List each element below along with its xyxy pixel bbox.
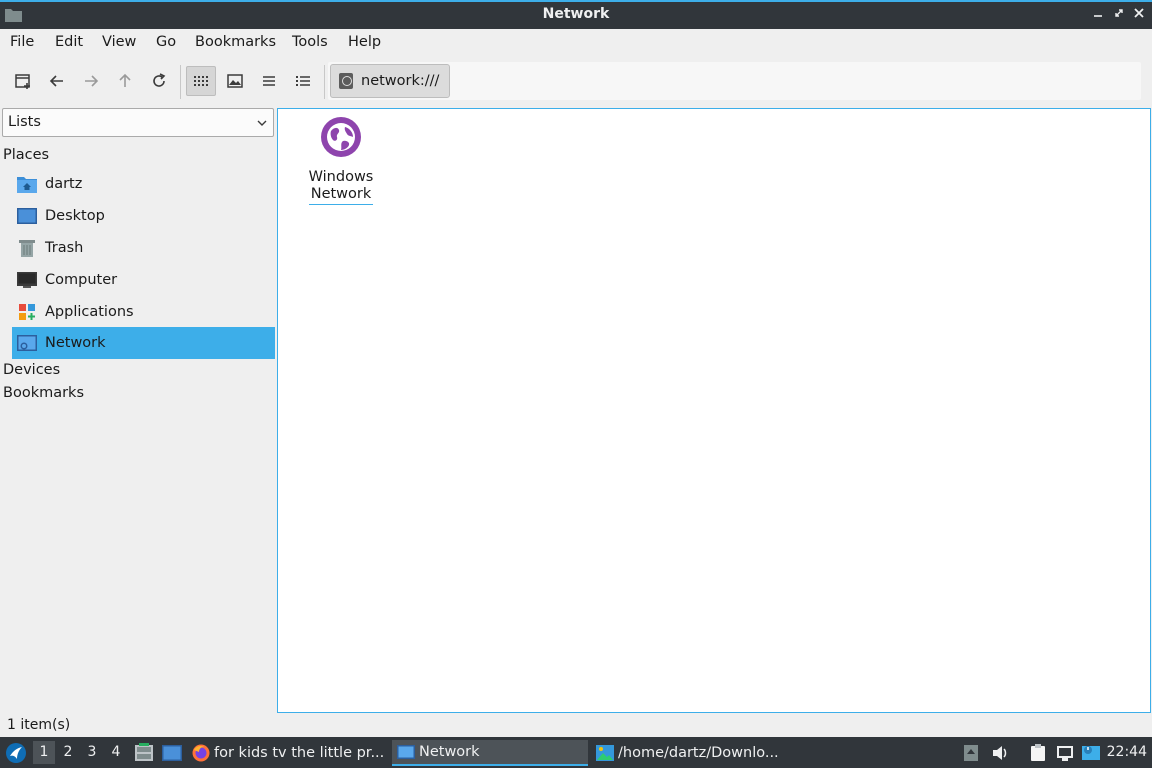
reload-button[interactable]	[144, 66, 174, 96]
globe-network-icon	[321, 117, 361, 157]
tray-arrow-icon[interactable]	[962, 744, 980, 762]
restore-icon	[1115, 9, 1123, 17]
sidebar: Lists Places dartz Desktop Trash Compute…	[0, 108, 276, 712]
volume-icon[interactable]	[991, 744, 1009, 762]
bookmarks-section-header[interactable]: Bookmarks	[3, 385, 84, 401]
folder-view[interactable]: Windows Network	[277, 108, 1151, 713]
chevron-down-icon	[257, 120, 267, 126]
desktop-switch-3[interactable]: 3	[81, 741, 103, 764]
menu-tools[interactable]: Tools	[292, 34, 328, 50]
sidebar-item-desktop[interactable]: Desktop	[12, 200, 275, 232]
places-section-header[interactable]: Places	[3, 147, 49, 163]
minimize-icon	[1094, 15, 1102, 17]
compact-view-button[interactable]	[254, 66, 284, 96]
status-bar: 1 item(s)	[0, 713, 1152, 737]
close-icon	[1134, 8, 1144, 18]
file-manager-launcher[interactable]	[134, 737, 154, 768]
task-label: for kids tv the little pr...	[214, 745, 385, 761]
folder-icon	[397, 745, 415, 759]
menu-go[interactable]: Go	[156, 34, 176, 50]
trash-icon	[17, 238, 37, 258]
menu-bookmarks[interactable]: Bookmarks	[195, 34, 276, 50]
file-item-windows-network[interactable]: Windows Network	[304, 115, 378, 205]
compact-view-icon	[263, 76, 275, 86]
taskbar: 1 2 3 4 for kids tv the little pr... Net…	[0, 737, 1152, 768]
forward-arrow-icon	[85, 75, 99, 87]
new-tab-icon	[15, 74, 30, 89]
window-title: Network	[542, 6, 610, 22]
desktop-switch-1[interactable]: 1	[33, 741, 55, 764]
task-label: Network	[419, 744, 480, 760]
show-desktop-button[interactable]	[162, 737, 182, 768]
desktop-switch-4[interactable]: 4	[105, 741, 127, 764]
home-folder-icon	[17, 174, 37, 194]
network-drive-icon	[339, 73, 353, 89]
up-arrow-icon	[119, 73, 131, 87]
sidebar-item-label: Network	[45, 335, 106, 351]
sidebar-item-dartz[interactable]: dartz	[12, 168, 275, 200]
item-count: 1 item(s)	[7, 717, 71, 733]
firefox-icon	[192, 744, 210, 762]
sidebar-item-label: Desktop	[45, 208, 105, 224]
network-icon	[17, 333, 37, 353]
toolbar-separator	[180, 65, 181, 99]
icon-view-button[interactable]	[186, 66, 216, 96]
task-image-viewer[interactable]: /home/dartz/Downlo...	[594, 740, 790, 766]
path-bar: network:///	[328, 62, 1141, 100]
menu-bar: File Edit View Go Bookmarks Tools Help	[0, 29, 1152, 57]
menu-edit[interactable]: Edit	[55, 34, 83, 50]
file-cabinet-icon	[135, 742, 153, 761]
desktop-icon	[17, 206, 37, 226]
task-label: /home/dartz/Downlo...	[618, 745, 779, 761]
task-network[interactable]: Network	[392, 740, 588, 766]
computer-icon	[17, 270, 37, 290]
path-label: network:///	[361, 73, 440, 89]
notification-icon[interactable]	[1082, 744, 1100, 762]
devices-section-header[interactable]: Devices	[3, 362, 60, 378]
minimize-button[interactable]	[1089, 6, 1107, 24]
detailed-list-button[interactable]	[288, 66, 318, 96]
sidebar-item-label: Applications	[45, 304, 134, 320]
detailed-list-icon	[296, 76, 310, 86]
sidebar-item-computer[interactable]: Computer	[12, 264, 275, 296]
back-arrow-icon	[49, 75, 63, 87]
maximize-button[interactable]	[1110, 6, 1128, 24]
menu-help[interactable]: Help	[348, 34, 381, 50]
new-tab-button[interactable]	[8, 66, 38, 96]
lubuntu-logo-icon	[6, 742, 26, 763]
menu-file[interactable]: File	[10, 34, 34, 50]
icon-view-icon	[194, 76, 208, 86]
sidebar-item-trash[interactable]: Trash	[12, 232, 275, 264]
sidebar-item-network[interactable]: Network	[12, 327, 275, 359]
thumbnail-view-button[interactable]	[220, 66, 250, 96]
path-button-network[interactable]: network:///	[330, 64, 450, 98]
close-button[interactable]	[1130, 6, 1148, 24]
sidebar-item-label: Trash	[45, 240, 84, 256]
start-menu-button[interactable]	[5, 737, 27, 768]
image-viewer-icon	[596, 745, 614, 761]
toolbar: network:///	[0, 57, 1152, 105]
clipboard-icon[interactable]	[1029, 744, 1047, 762]
thumbnail-view-icon	[227, 74, 243, 88]
side-pane-mode-label: Lists	[8, 114, 41, 130]
task-firefox[interactable]: for kids tv the little pr...	[192, 740, 388, 766]
network-tray-icon[interactable]	[1056, 744, 1074, 762]
sidebar-item-label: Computer	[45, 272, 118, 288]
back-button[interactable]	[42, 66, 72, 96]
desktop-switch-2[interactable]: 2	[57, 741, 79, 764]
reload-icon	[153, 73, 166, 87]
sidebar-item-applications[interactable]: Applications	[12, 296, 275, 328]
up-button[interactable]	[110, 66, 140, 96]
menu-view[interactable]: View	[102, 34, 136, 50]
toolbar-separator	[324, 65, 325, 99]
applications-icon	[17, 302, 37, 322]
desktop-icon	[162, 744, 182, 761]
sidebar-item-label: dartz	[45, 176, 83, 192]
title-bar[interactable]: Network	[0, 0, 1152, 29]
forward-button[interactable]	[76, 66, 106, 96]
clock[interactable]: 22:44	[1107, 744, 1147, 760]
file-item-label: Windows Network	[308, 169, 374, 205]
side-pane-mode-select[interactable]: Lists	[2, 108, 274, 137]
